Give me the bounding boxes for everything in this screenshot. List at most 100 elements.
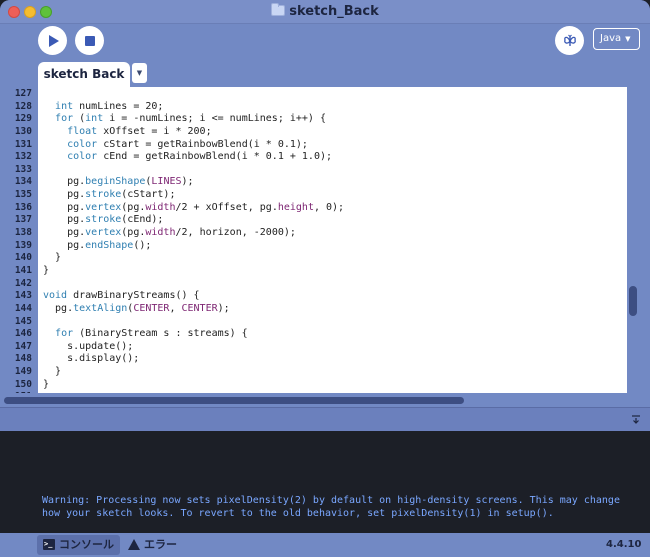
code-line[interactable]: 149 } [0, 366, 627, 379]
mode-select[interactable]: Java ▼ [593, 28, 640, 50]
app-window: sketch_Back Java ▼ sketch Back ▼ 127 128 i… [0, 0, 650, 557]
code-line[interactable]: 139 pg.endShape(); [0, 240, 627, 253]
vertical-scrollbar-thumb[interactable] [629, 286, 637, 316]
line-number: 140 [14, 252, 32, 264]
line-number: 132 [14, 151, 32, 163]
tab-menu-button[interactable]: ▼ [132, 63, 147, 83]
version-label: 4.4.10 [606, 539, 642, 550]
status-bar: コンソール エラー [0, 533, 650, 557]
horizontal-scrollbar-thumb[interactable] [4, 397, 464, 404]
code-lines[interactable]: 127 128 int numLines = 20; 129 for (int i … [0, 88, 627, 404]
stop-icon [84, 35, 95, 46]
tab-console[interactable]: コンソール [37, 534, 120, 555]
window-title-area: sketch_Back [0, 3, 650, 19]
code-text: pg.stroke(cEnd); [43, 214, 164, 226]
line-number: 147 [14, 340, 32, 352]
scroll-to-bottom-icon[interactable] [630, 413, 642, 425]
code-text: void drawBinaryStreams() { [43, 290, 200, 302]
code-line[interactable]: 136 pg.vertex(pg.width/2 + xOffset, pg.h… [0, 202, 627, 215]
stop-button[interactable] [75, 26, 104, 55]
tab-errors[interactable]: エラー [122, 535, 183, 555]
code-text: for (int i = -numLines; i <= numLines; i… [55, 113, 326, 125]
code-text: pg.vertex(pg.width/2 + xOffset, pg.heigh… [43, 201, 345, 213]
run-button[interactable] [38, 26, 67, 55]
code-text: float xOffset = i * 200; [67, 125, 212, 137]
toolbar: Java ▼ [0, 24, 650, 60]
line-number: 135 [14, 189, 32, 201]
line-number: 128 [14, 100, 32, 112]
line-number: 137 [14, 214, 32, 226]
code-line[interactable]: 133 [0, 164, 627, 177]
code-line[interactable]: 134 pg.beginShape(LINES); [0, 176, 627, 189]
code-text: } [43, 366, 62, 378]
code-text: s.update(); [43, 340, 134, 352]
code-line[interactable]: 127 [0, 88, 627, 101]
console-header [0, 407, 650, 431]
code-line[interactable]: 131 color cStart = getRainbowBlend(i * 0… [0, 139, 627, 152]
code-line[interactable]: 142 [0, 278, 627, 291]
code-line[interactable]: 145 [0, 316, 627, 329]
terminal-icon [43, 534, 55, 554]
code-line[interactable]: 141} [0, 265, 627, 278]
line-number: 130 [14, 125, 32, 137]
line-number: 143 [14, 290, 32, 302]
line-number: 142 [14, 277, 32, 289]
code-line[interactable]: 135 pg.stroke(cStart); [0, 189, 627, 202]
code-line[interactable]: 138 pg.vertex(pg.width/2, horizon, -2000… [0, 227, 627, 240]
code-line[interactable]: 147 s.update(); [0, 341, 627, 354]
code-line[interactable]: 137 pg.stroke(cEnd); [0, 214, 627, 227]
butterfly-icon [563, 34, 576, 46]
code-text: pg.beginShape(LINES); [43, 176, 194, 188]
line-number: 129 [14, 113, 32, 125]
line-number: 150 [14, 378, 32, 390]
folder-icon [271, 3, 286, 16]
mode-label: Java [600, 33, 622, 44]
window-title: sketch_Back [289, 4, 379, 19]
code-text: pg.textAlign(CENTER, CENTER); [43, 302, 230, 314]
line-number: 133 [14, 163, 32, 175]
line-number: 134 [14, 176, 32, 188]
line-number: 127 [14, 88, 32, 99]
code-line[interactable]: 129 for (int i = -numLines; i <= numLine… [0, 113, 627, 126]
errors-tab-label: エラー [144, 538, 177, 551]
line-number: 145 [14, 315, 32, 327]
code-text: color cEnd = getRainbowBlend(i * 0.1 + 1… [67, 151, 333, 163]
code-text: } [43, 378, 50, 390]
chevron-down-icon: ▼ [625, 35, 631, 43]
console-warning-text: Warning: Processing now sets pixelDensit… [42, 495, 620, 519]
console-tab-label: コンソール [59, 538, 114, 551]
line-number: 144 [14, 302, 32, 314]
code-line[interactable]: 140 } [0, 252, 627, 265]
code-text: pg.stroke(cStart); [43, 189, 176, 201]
warning-icon [128, 539, 140, 550]
code-text: } [43, 252, 62, 264]
debug-button[interactable] [555, 26, 584, 55]
line-number: 138 [14, 227, 32, 239]
line-number: 141 [14, 264, 32, 276]
code-text: color cStart = getRainbowBlend(i * 0.1); [67, 138, 308, 150]
line-number: 139 [14, 239, 32, 251]
code-line[interactable]: 128 int numLines = 20; [0, 101, 627, 114]
title-bar: sketch_Back [0, 0, 650, 24]
line-number: 149 [14, 366, 32, 378]
code-line[interactable]: 148 s.display(); [0, 353, 627, 366]
code-text: for (BinaryStream s : streams) { [55, 328, 248, 340]
code-line[interactable]: 150} [0, 379, 627, 392]
vertical-scrollbar-track[interactable] [627, 87, 640, 393]
tab-sketch-back[interactable]: sketch Back [38, 62, 130, 87]
code-text: } [43, 264, 50, 276]
line-number: 146 [14, 328, 32, 340]
line-number: 148 [14, 353, 32, 365]
code-text: pg.vertex(pg.width/2, horizon, -2000); [43, 227, 296, 239]
line-number: 136 [14, 201, 32, 213]
code-line[interactable]: 146 for (BinaryStream s : streams) { [0, 328, 627, 341]
code-line[interactable]: 132 color cEnd = getRainbowBlend(i * 0.1… [0, 151, 627, 164]
code-line[interactable]: 130 float xOffset = i * 200; [0, 126, 627, 139]
code-line[interactable]: 144 pg.textAlign(CENTER, CENTER); [0, 303, 627, 316]
line-number: 131 [14, 138, 32, 150]
code-text: s.display(); [43, 353, 140, 365]
play-icon [49, 34, 59, 47]
code-line[interactable]: 143 void drawBinaryStreams() { [0, 290, 627, 303]
code-text: pg.endShape(); [43, 239, 152, 251]
code-text: int numLines = 20; [55, 100, 164, 112]
